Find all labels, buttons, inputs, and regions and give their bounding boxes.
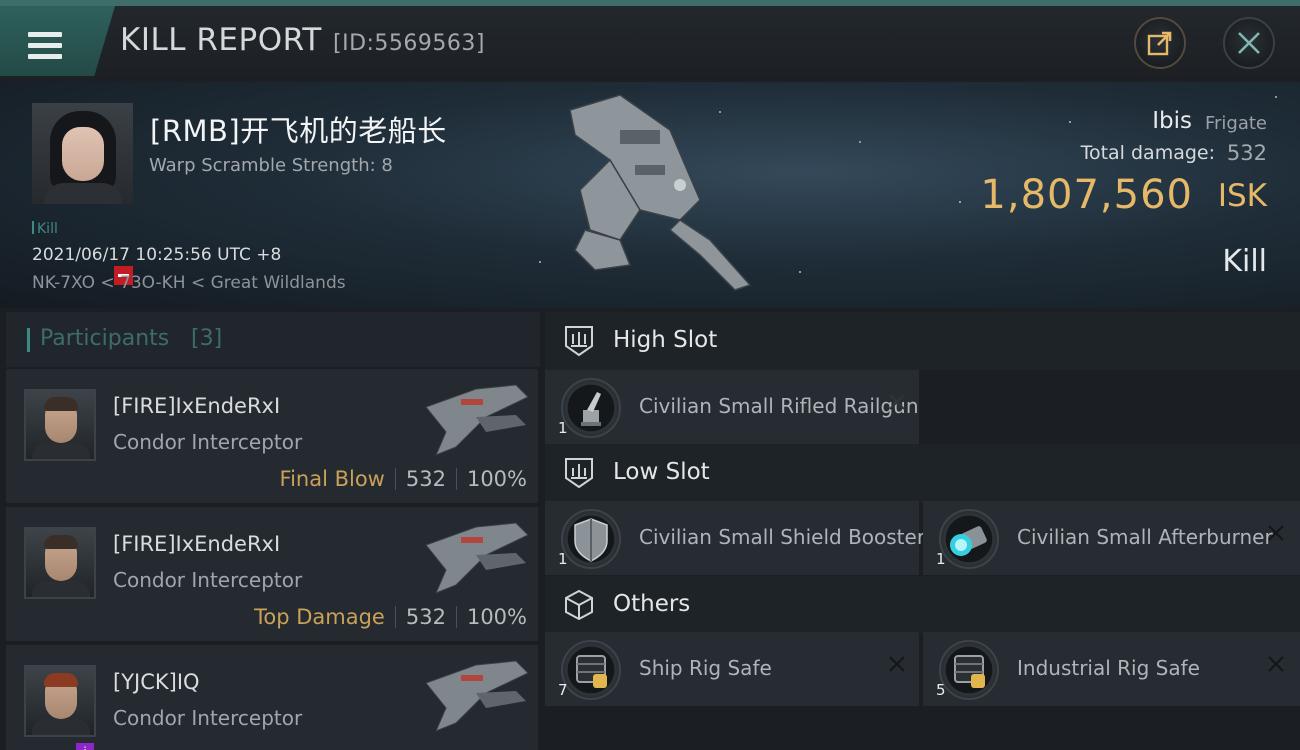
module-quantity: 5 bbox=[936, 681, 946, 699]
participant-stats: Final Blow 532 100% bbox=[280, 467, 527, 491]
participant-row[interactable]: [FIRE]IxEndeRxI Condor Interceptor Top D… bbox=[6, 507, 538, 641]
others-cube-icon bbox=[565, 589, 593, 621]
module-name: Civilian Small Shield Booster bbox=[639, 525, 926, 549]
participant-name[interactable]: [FIRE]IxEndeRxI bbox=[113, 532, 280, 556]
low-slot-label: Low Slot bbox=[613, 459, 710, 485]
module-quantity: 1 bbox=[936, 550, 946, 568]
participant-name[interactable]: [YJCK]IQ bbox=[113, 670, 200, 694]
victim-ship-name[interactable]: Ibis bbox=[1152, 108, 1192, 134]
participant-avatar[interactable] bbox=[24, 527, 96, 599]
destroyed-x-icon bbox=[1268, 525, 1284, 541]
high-slot-section: High Slot bbox=[545, 312, 1300, 370]
close-button[interactable] bbox=[1223, 17, 1275, 69]
victim-avatar[interactable] bbox=[32, 103, 133, 204]
rig-safe-icon bbox=[561, 640, 621, 700]
participant-name[interactable]: [FIRE]IxEndeRxI bbox=[113, 394, 280, 418]
participant-ship-image bbox=[425, 384, 529, 456]
hamburger-menu-icon[interactable] bbox=[28, 32, 62, 60]
participant-damage: 532 bbox=[405, 467, 446, 491]
high-slot-icon bbox=[565, 326, 593, 357]
victim-summary-panel: [RMB]开飞机的老船长 Warp Scramble Strength: 8 K… bbox=[0, 82, 1300, 308]
participant-row[interactable]: [FIRE]IxEndeRxI Condor Interceptor Final… bbox=[6, 369, 538, 503]
title-bar: KILL REPORT [ID:5569563] bbox=[0, 0, 1300, 82]
total-damage-value: 532 bbox=[1226, 141, 1267, 165]
module-quantity: 1 bbox=[558, 550, 568, 568]
victim-ship-class: Frigate bbox=[1204, 113, 1267, 134]
kill-location[interactable]: NK-7XO < 73O-KH < Great Wildlands bbox=[32, 273, 346, 293]
victim-name[interactable]: [RMB]开飞机的老船长 bbox=[150, 108, 447, 150]
participant-percent: 100% bbox=[466, 605, 527, 629]
participant-role: Top Damage bbox=[254, 605, 385, 629]
share-button[interactable] bbox=[1134, 17, 1186, 69]
others-label: Others bbox=[613, 591, 691, 617]
victim-ship-image[interactable] bbox=[550, 90, 770, 300]
title-bar-accent-line bbox=[0, 0, 1300, 6]
module-name: Industrial Rig Safe bbox=[1017, 656, 1200, 680]
participant-avatar[interactable] bbox=[24, 389, 96, 461]
report-result: Kill bbox=[1222, 244, 1267, 279]
high-slot-label: High Slot bbox=[613, 327, 718, 353]
participant-percent: 100% bbox=[466, 467, 527, 491]
destroyed-x-icon bbox=[889, 656, 905, 672]
participant-ship: Condor Interceptor bbox=[113, 430, 303, 454]
kill-tag-label: Kill bbox=[37, 221, 58, 237]
destroyed-x-icon bbox=[1268, 656, 1284, 672]
participant-ship-image bbox=[425, 660, 529, 732]
low-slot-section: Low Slot bbox=[545, 444, 1300, 502]
participant-ship: Condor Interceptor bbox=[113, 568, 303, 592]
module-item[interactable]: 1 Civilian Small Afterburner bbox=[923, 501, 1300, 575]
module-item[interactable]: 1 Civilian Small Shield Booster bbox=[545, 501, 925, 575]
isk-value: 1,807,560 bbox=[980, 172, 1193, 218]
afterburner-icon bbox=[939, 509, 999, 569]
module-name: Civilian Small Afterburner bbox=[1017, 525, 1273, 549]
shield-booster-icon bbox=[561, 509, 621, 569]
destroyed-x-icon bbox=[889, 394, 905, 410]
fitting-panel: High Slot 1 Civilian Small Rifled Railgu… bbox=[545, 312, 1300, 750]
participants-title: Participants bbox=[40, 326, 170, 351]
module-item[interactable]: 1 Civilian Small Rifled Railgun bbox=[545, 370, 919, 444]
isk-unit: ISK bbox=[1217, 178, 1267, 214]
rig-safe-icon bbox=[939, 640, 999, 700]
info-badge-icon: i bbox=[76, 743, 94, 750]
total-damage-label: Total damage: bbox=[1080, 142, 1215, 164]
kill-datetime: 2021/06/17 10:25:56 UTC +8 bbox=[32, 245, 282, 265]
module-item[interactable]: 7 Ship Rig Safe bbox=[545, 632, 919, 706]
participants-header: Participants [3] bbox=[6, 312, 540, 367]
participants-panel: Participants [3] [FIRE]IxEndeRxI Condor … bbox=[0, 312, 540, 750]
low-slot-icon bbox=[565, 458, 593, 489]
participant-row[interactable]: i [YJCK]IQ Condor Interceptor bbox=[6, 645, 538, 750]
module-name: Civilian Small Rifled Railgun bbox=[639, 394, 919, 418]
participant-role: Final Blow bbox=[279, 467, 385, 491]
participants-count: [3] bbox=[191, 326, 223, 351]
participant-stats: Top Damage 532 100% bbox=[254, 605, 527, 629]
participant-avatar[interactable] bbox=[24, 665, 96, 737]
participant-damage: 532 bbox=[405, 605, 446, 629]
menu-button[interactable] bbox=[0, 6, 115, 76]
kill-tag: Kill bbox=[32, 221, 58, 237]
participant-ship: Condor Interceptor bbox=[113, 706, 303, 730]
warp-scramble-strength: Warp Scramble Strength: 8 bbox=[149, 155, 393, 176]
share-export-icon[interactable] bbox=[1145, 28, 1175, 58]
participant-ship-image bbox=[425, 522, 529, 594]
module-item[interactable]: 5 Industrial Rig Safe bbox=[923, 632, 1300, 706]
module-quantity: 1 bbox=[558, 419, 568, 437]
close-icon[interactable] bbox=[1236, 30, 1262, 56]
module-name: Ship Rig Safe bbox=[639, 656, 772, 680]
railgun-icon bbox=[561, 378, 621, 438]
module-quantity: 7 bbox=[558, 681, 568, 699]
page-title: KILL REPORT bbox=[120, 22, 322, 58]
report-id: [ID:5569563] bbox=[333, 31, 485, 56]
others-section: Others bbox=[545, 576, 1300, 634]
